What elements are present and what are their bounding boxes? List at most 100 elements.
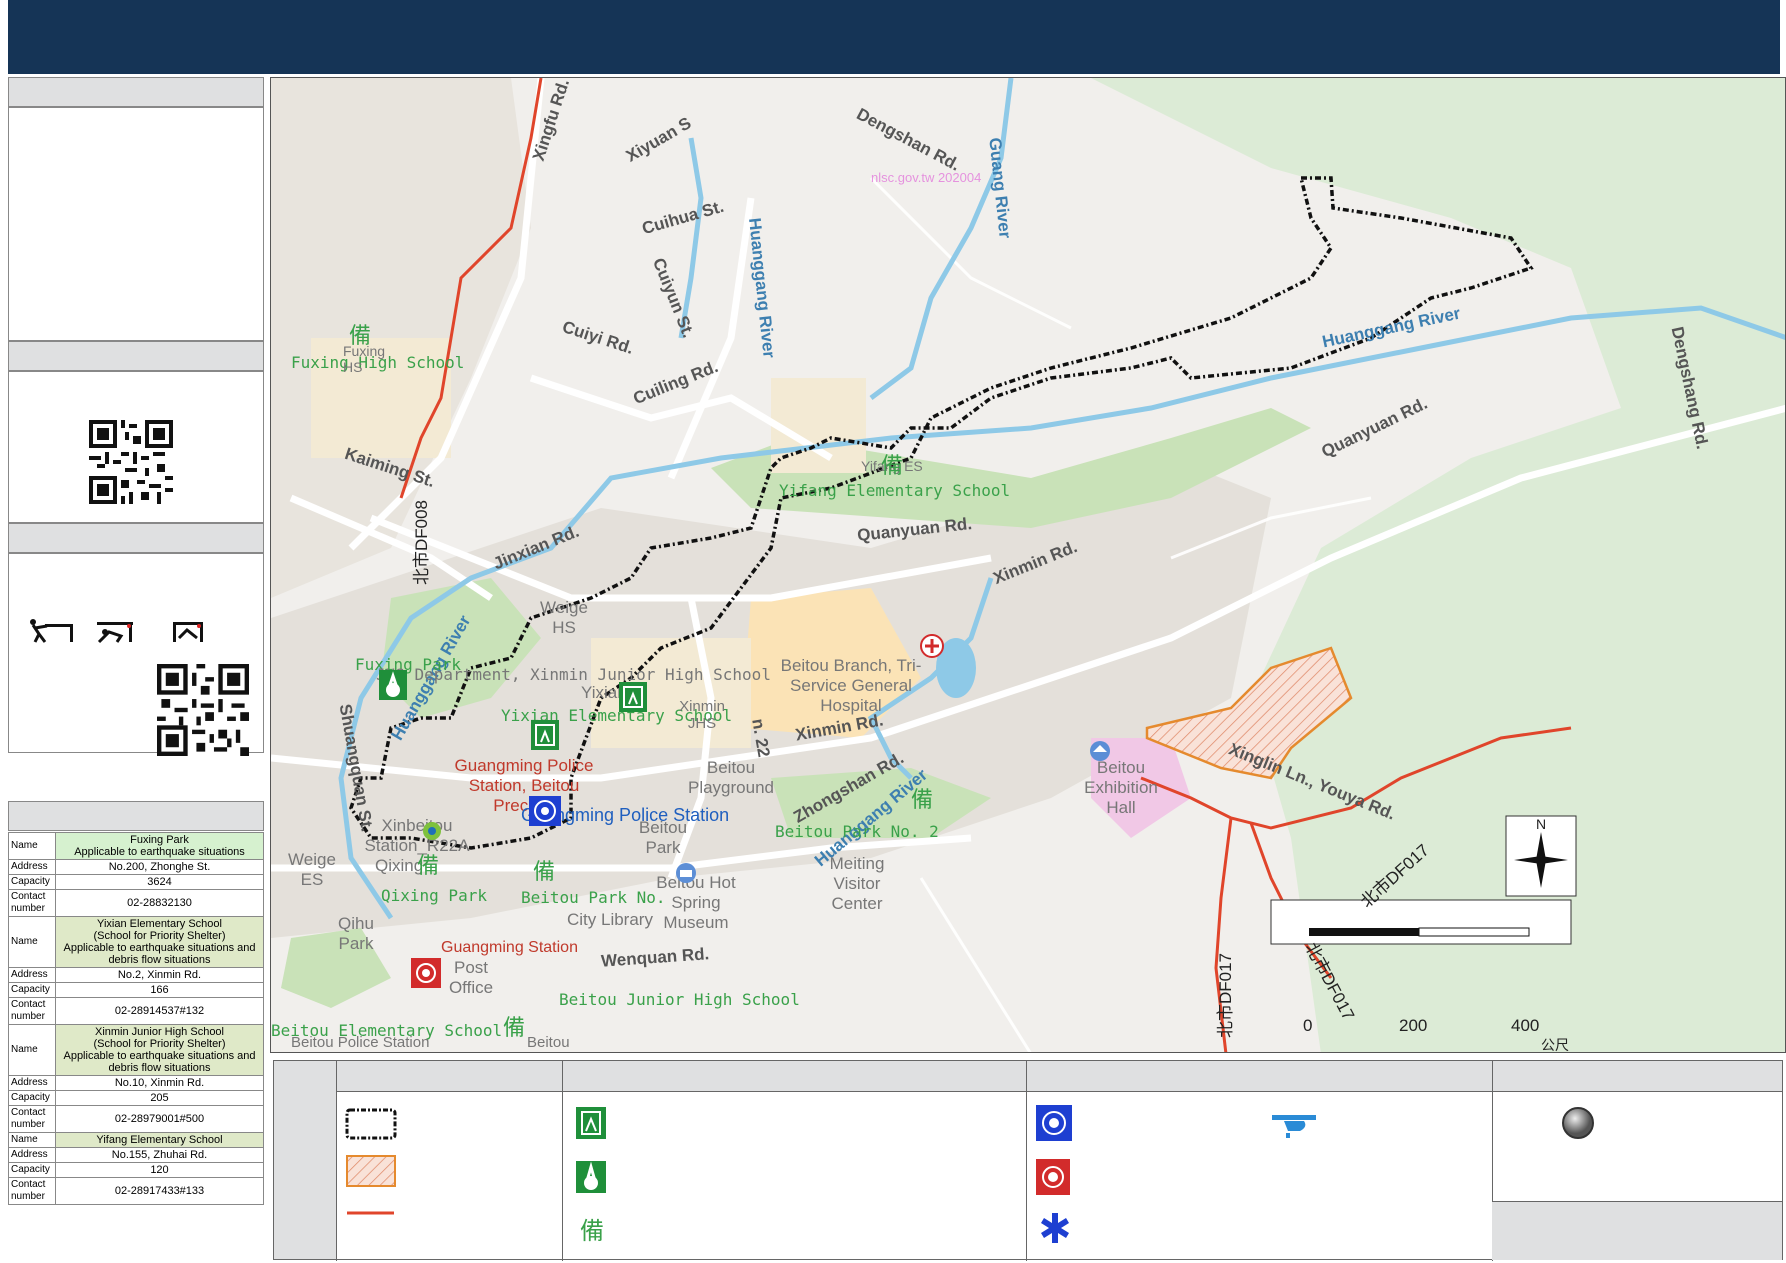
police-icon-2[interactable] — [411, 958, 441, 988]
map-legend: 備 — [273, 1060, 1783, 1261]
label-qixing: Qixing — [375, 856, 424, 875]
evacuation-park-legend-icon — [576, 1161, 606, 1193]
shelter-row-address: Address No.2, Xinmin Rd. — [8, 967, 264, 983]
label-beitou-police-small: Beitou Police Station — [291, 1034, 430, 1051]
standby-icon-3: 備 — [417, 853, 440, 878]
shelter-key-capacity: Capacity — [8, 1090, 56, 1106]
qr-code-icon[interactable] — [89, 420, 173, 504]
shelter-key-capacity: Capacity — [8, 1162, 56, 1178]
section-header-4 — [8, 801, 264, 831]
shelter-note: (School for Priority Shelter) Applicable… — [63, 930, 256, 966]
shelter-row-capacity: Capacity 205 — [8, 1090, 264, 1106]
helipad-legend-icon — [1272, 1115, 1316, 1138]
shelter-key-contact: Contact number — [8, 889, 56, 917]
shelter-row-address: Address No.10, Xinmin Rd. — [8, 1075, 264, 1091]
shelter-capacity: 3624 — [55, 874, 264, 890]
standby-icon-5: 備 — [911, 787, 934, 812]
shelter-row-capacity: Capacity 120 — [8, 1162, 264, 1178]
scale-tick-200: 200 — [1399, 1016, 1428, 1035]
library-icon[interactable] — [675, 862, 697, 884]
section-header-3 — [8, 523, 264, 553]
police-icon-1[interactable] — [529, 796, 561, 826]
shelter-key-contact: Contact number — [8, 997, 56, 1025]
metro-station-icon[interactable] — [421, 820, 443, 842]
label-beitou-jhs: Beitou Junior High School — [559, 990, 800, 1009]
shelter-note: Applicable to earthquake situations — [74, 846, 245, 858]
shelter-address: No.155, Zhuhai Rd. — [55, 1147, 264, 1163]
label-beitou-park: Beitou Park — [638, 818, 688, 857]
scale-tick-400: 400 — [1511, 1016, 1540, 1035]
label-jhs-department: JHS Department, Xinmin Junior High Schoo… — [376, 665, 771, 684]
shelter-note: (School for Priority Shelter) Applicable… — [63, 1038, 256, 1074]
shelter-key-address: Address — [8, 859, 56, 875]
section-header-1 — [8, 77, 264, 107]
shelter-key-contact: Contact number — [8, 1105, 56, 1133]
shelter-address: No.200, Zhonghe St. — [55, 859, 264, 875]
shelter-row-capacity: Capacity 3624 — [8, 874, 264, 890]
section-box-1 — [8, 107, 264, 341]
map-view[interactable]: nlsc.gov.tw 202004 Xingfu Rd. Xiyuan S D… — [270, 77, 1786, 1053]
debris-stream-legend-icon — [347, 1211, 394, 1215]
shelter-key-name: Name — [8, 916, 56, 968]
label-exhibition-hall: Beitou Exhibition Hall — [1084, 758, 1158, 817]
shelter-contact: 02-28832130 — [55, 889, 264, 917]
shelter-name: Yifang Elementary School — [55, 1132, 264, 1148]
standby-icon-4: 備 — [533, 859, 556, 884]
shelter-key-name: Name — [8, 1132, 56, 1148]
shelter-row-name: Name Yifang Elementary School — [8, 1132, 264, 1148]
label-post-office: Post Office — [448, 958, 494, 997]
info-panel: Name Fuxing Park Applicable to earthquake … — [8, 77, 264, 1257]
boundary-legend-icon — [345, 1108, 397, 1140]
label-meiting: Meiting Visitor Center — [829, 854, 885, 913]
shelter-table: Name Fuxing Park Applicable to earthquake … — [8, 832, 264, 1205]
section-box-3 — [8, 553, 264, 756]
shelter-row-address: Address No.200, Zhonghe St. — [8, 859, 264, 875]
scale-bar — [1270, 899, 1572, 945]
warning-gauge-legend-icon — [1562, 1107, 1594, 1139]
medical-legend-icon — [1041, 1213, 1069, 1243]
hazard-area-legend-icon — [346, 1155, 396, 1187]
shelter-row-address: Address No.155, Zhuhai Rd. — [8, 1147, 264, 1163]
evacuation-park-icon[interactable] — [379, 670, 407, 700]
label-weige-hs: Weige HS — [540, 598, 588, 637]
shelter-row-name: Name Fuxing Park Applicable to earthquake … — [8, 832, 264, 860]
shelter-key-name: Name — [8, 832, 56, 860]
label-city-library: City Library — [567, 910, 653, 929]
shelter-name: Fuxing Park Applicable to earthquake situ… — [55, 832, 264, 860]
shelter-row-capacity: Capacity 166 — [8, 982, 264, 998]
shelter-row-contact: Contact number 02-28979001#500 — [8, 1105, 264, 1133]
shelter-contact: 02-28914537#132 — [55, 997, 264, 1025]
shelter-row-contact: Contact number 02-28914537#132 — [8, 997, 264, 1025]
shelter-capacity: 166 — [55, 982, 264, 998]
north-label: N — [1536, 816, 1547, 832]
museum-icon[interactable] — [1089, 740, 1111, 762]
police-red-legend-icon — [1036, 1159, 1070, 1195]
label-df008: 北市DF008 — [412, 499, 432, 586]
shelter-icon-2[interactable] — [531, 720, 559, 750]
standby-icon-6: 備 — [503, 1015, 526, 1040]
shelter-name-text: Yixian Elementary School — [97, 918, 222, 930]
shelter-name: Yixian Elementary School (School for Prio… — [55, 916, 264, 968]
shelter-contact: 02-28979001#500 — [55, 1105, 264, 1133]
label-xinmin-jhs: Xinmin JHS — [679, 698, 725, 732]
shelter-contact: 02-28917433#133 — [55, 1177, 264, 1205]
shelter-icon-1[interactable] — [619, 682, 647, 712]
shelter-key-name: Name — [8, 1024, 56, 1076]
qr-code-icon-2[interactable] — [157, 664, 249, 756]
hospital-icon[interactable] — [919, 633, 945, 659]
label-qixing-park: Qixing Park — [381, 886, 487, 905]
shelter-capacity: 205 — [55, 1090, 264, 1106]
legend-side-band — [274, 1061, 336, 1259]
shelter-row-contact: Contact number 02-28917433#133 — [8, 1177, 264, 1205]
label-guangming-station: Guangming Station — [441, 939, 578, 956]
shelter-capacity: 120 — [55, 1162, 264, 1178]
label-df017-b: 北市DF017 — [1216, 952, 1236, 1039]
label-yifang-es: Yifang Elementary School — [779, 481, 1011, 500]
shelter-row-name: Name Xinmin Junior High School (School for… — [8, 1024, 264, 1076]
legend-col-3 — [1026, 1061, 1027, 1261]
shelter-name: Xinmin Junior High School (School for Pri… — [55, 1024, 264, 1076]
shelter-name-text: Fuxing Park — [130, 834, 189, 846]
map-watermark: nlsc.gov.tw 202004 — [871, 170, 982, 185]
label-qihu-park: Qihu Park — [338, 914, 374, 953]
shelter-name-text: Yifang Elementary School — [96, 1134, 223, 1146]
